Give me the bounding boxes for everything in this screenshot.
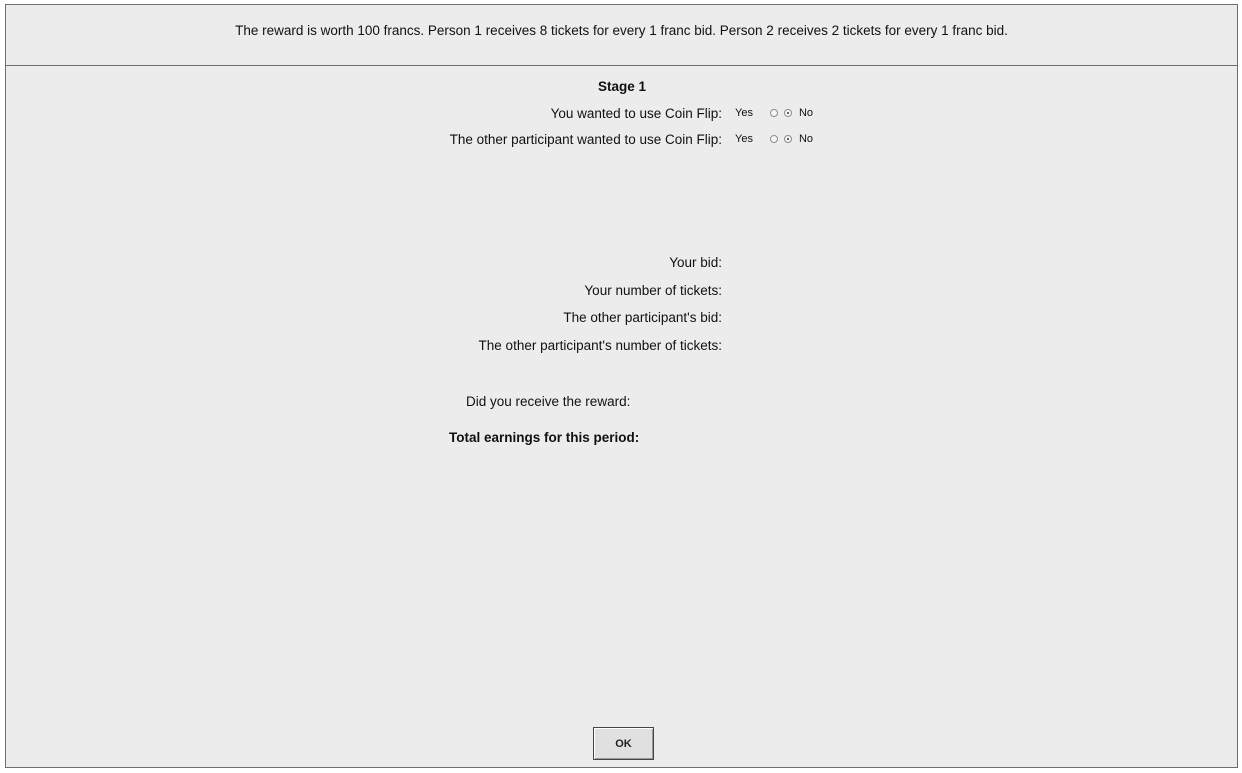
ok-button[interactable]: OK [593,727,654,760]
other-tickets-label: The other participant's number of ticket… [478,338,722,353]
you-coin-flip-no-radio[interactable] [783,109,792,117]
your-bid-label: Your bid: [669,255,722,270]
experiment-window: The reward is worth 100 francs. Person 1… [5,4,1238,768]
total-earnings-label: Total earnings for this period: [449,430,640,445]
you-coin-flip-choice: Yes No [735,105,813,121]
other-bid-label: The other participant's bid: [563,310,722,325]
your-tickets-label: Your number of tickets: [584,283,722,298]
other-coin-flip-label: The other participant wanted to use Coin… [449,132,722,147]
other-coin-flip-no-label: No [798,133,814,145]
stage-title: Stage 1 [597,79,647,94]
you-coin-flip-label: You wanted to use Coin Flip: [550,106,722,121]
you-coin-flip-yes-radio[interactable] [769,109,778,117]
instruction-text: The reward is worth 100 francs. Person 1… [235,23,1008,38]
you-coin-flip-yes-label: Yes [735,107,753,119]
instruction-header: The reward is worth 100 francs. Person 1… [6,5,1237,66]
other-coin-flip-yes-label: Yes [735,133,753,145]
other-coin-flip-no-radio[interactable] [783,135,792,143]
you-coin-flip-no-label: No [798,107,814,119]
reward-received-label: Did you receive the reward: [466,394,631,409]
other-coin-flip-choice: Yes No [735,131,813,147]
other-coin-flip-yes-radio[interactable] [769,135,778,143]
